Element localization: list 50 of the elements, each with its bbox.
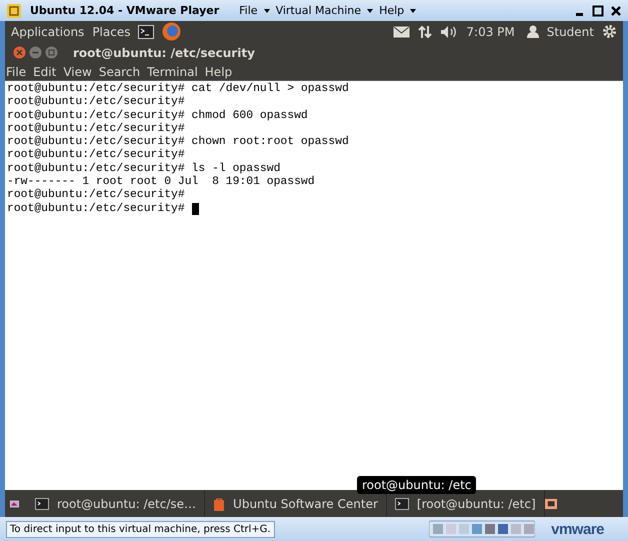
taskbar-item-label: root@ubuntu: /etc/se… [56,496,196,510]
close-icon[interactable] [610,4,622,16]
speaker-icon[interactable] [440,24,458,38]
terminal-line: root@ubuntu:/etc/security# ls -l opasswd [7,162,280,176]
device-icons-drawing[interactable] [429,520,536,538]
taskbar-item-label: Ubuntu Software Center [233,496,378,510]
browser-globe-icon[interactable] [162,22,182,41]
settings-icon[interactable] [602,24,617,39]
terminal-line: root@ubuntu:/etc/security# [7,202,186,216]
menu-item[interactable]: Help [204,64,232,78]
terminal-line: root@ubuntu:/etc/security# [7,122,185,136]
terminal-icon [394,498,409,510]
terminal-line: root@ubuntu:/etc/security# chown root:root opasswd [7,136,349,148]
show-desktop-icon[interactable] [10,498,19,510]
caret-icon [367,8,374,12]
menu-item[interactable]: View [63,64,92,78]
panel-menu[interactable]: Applications [11,24,84,38]
terminal-line: root@ubuntu:/etc/security# [7,149,185,162]
terminal-line: root@ubuntu:/etc/security# cat /dev/null > opasswd [7,83,349,96]
text-cursor [192,203,199,216]
caret-icon [264,8,270,12]
terminal-line: root@ubuntu:/etc/security# chmod 600 opasswd [7,110,308,122]
shopping-bag-icon [213,496,226,510]
tooltip: root@ubuntu: /etc [357,476,476,494]
terminal-icon [34,498,49,510]
maximize-icon[interactable] [592,4,604,16]
window-title: Ubuntu 12.04 - VMware Player [30,4,220,17]
terminal-line: root@ubuntu:/etc/security# [7,189,185,202]
menu-item[interactable]: File [6,64,26,78]
user-icon[interactable] [526,25,539,38]
terminal-icon[interactable] [138,24,154,38]
menu-item[interactable]: Help [379,4,416,17]
menu-item[interactable]: Search [98,64,140,78]
menu-item[interactable]: Virtual Machine [276,4,374,17]
taskbar-item-label: [root@ubuntu: /etc] [416,496,536,510]
menu-item[interactable]: File [239,4,270,17]
vmware-logo-icon [6,2,22,18]
menu-item[interactable]: Edit [33,64,56,78]
status-hint: To direct input to this virtual machine, press Ctrl+G. [6,520,275,538]
clock[interactable]: 7:03 PM [466,24,515,38]
terminal-line: -rw------- 1 root root 0 Jul 8 19:01 opasswd [7,176,315,188]
user-name[interactable]: Student [546,24,594,38]
window-title: root@ubuntu: /etc/security [73,46,255,60]
vmware-logo: vmware [551,520,604,538]
menu-item[interactable]: Terminal [147,64,198,78]
network-arrows-icon[interactable] [418,24,432,38]
caret-icon [410,8,416,12]
panel-menu[interactable]: Places [92,24,130,38]
mail-icon[interactable] [393,26,410,38]
terminal-line: root@ubuntu:/etc/security# [7,96,185,110]
